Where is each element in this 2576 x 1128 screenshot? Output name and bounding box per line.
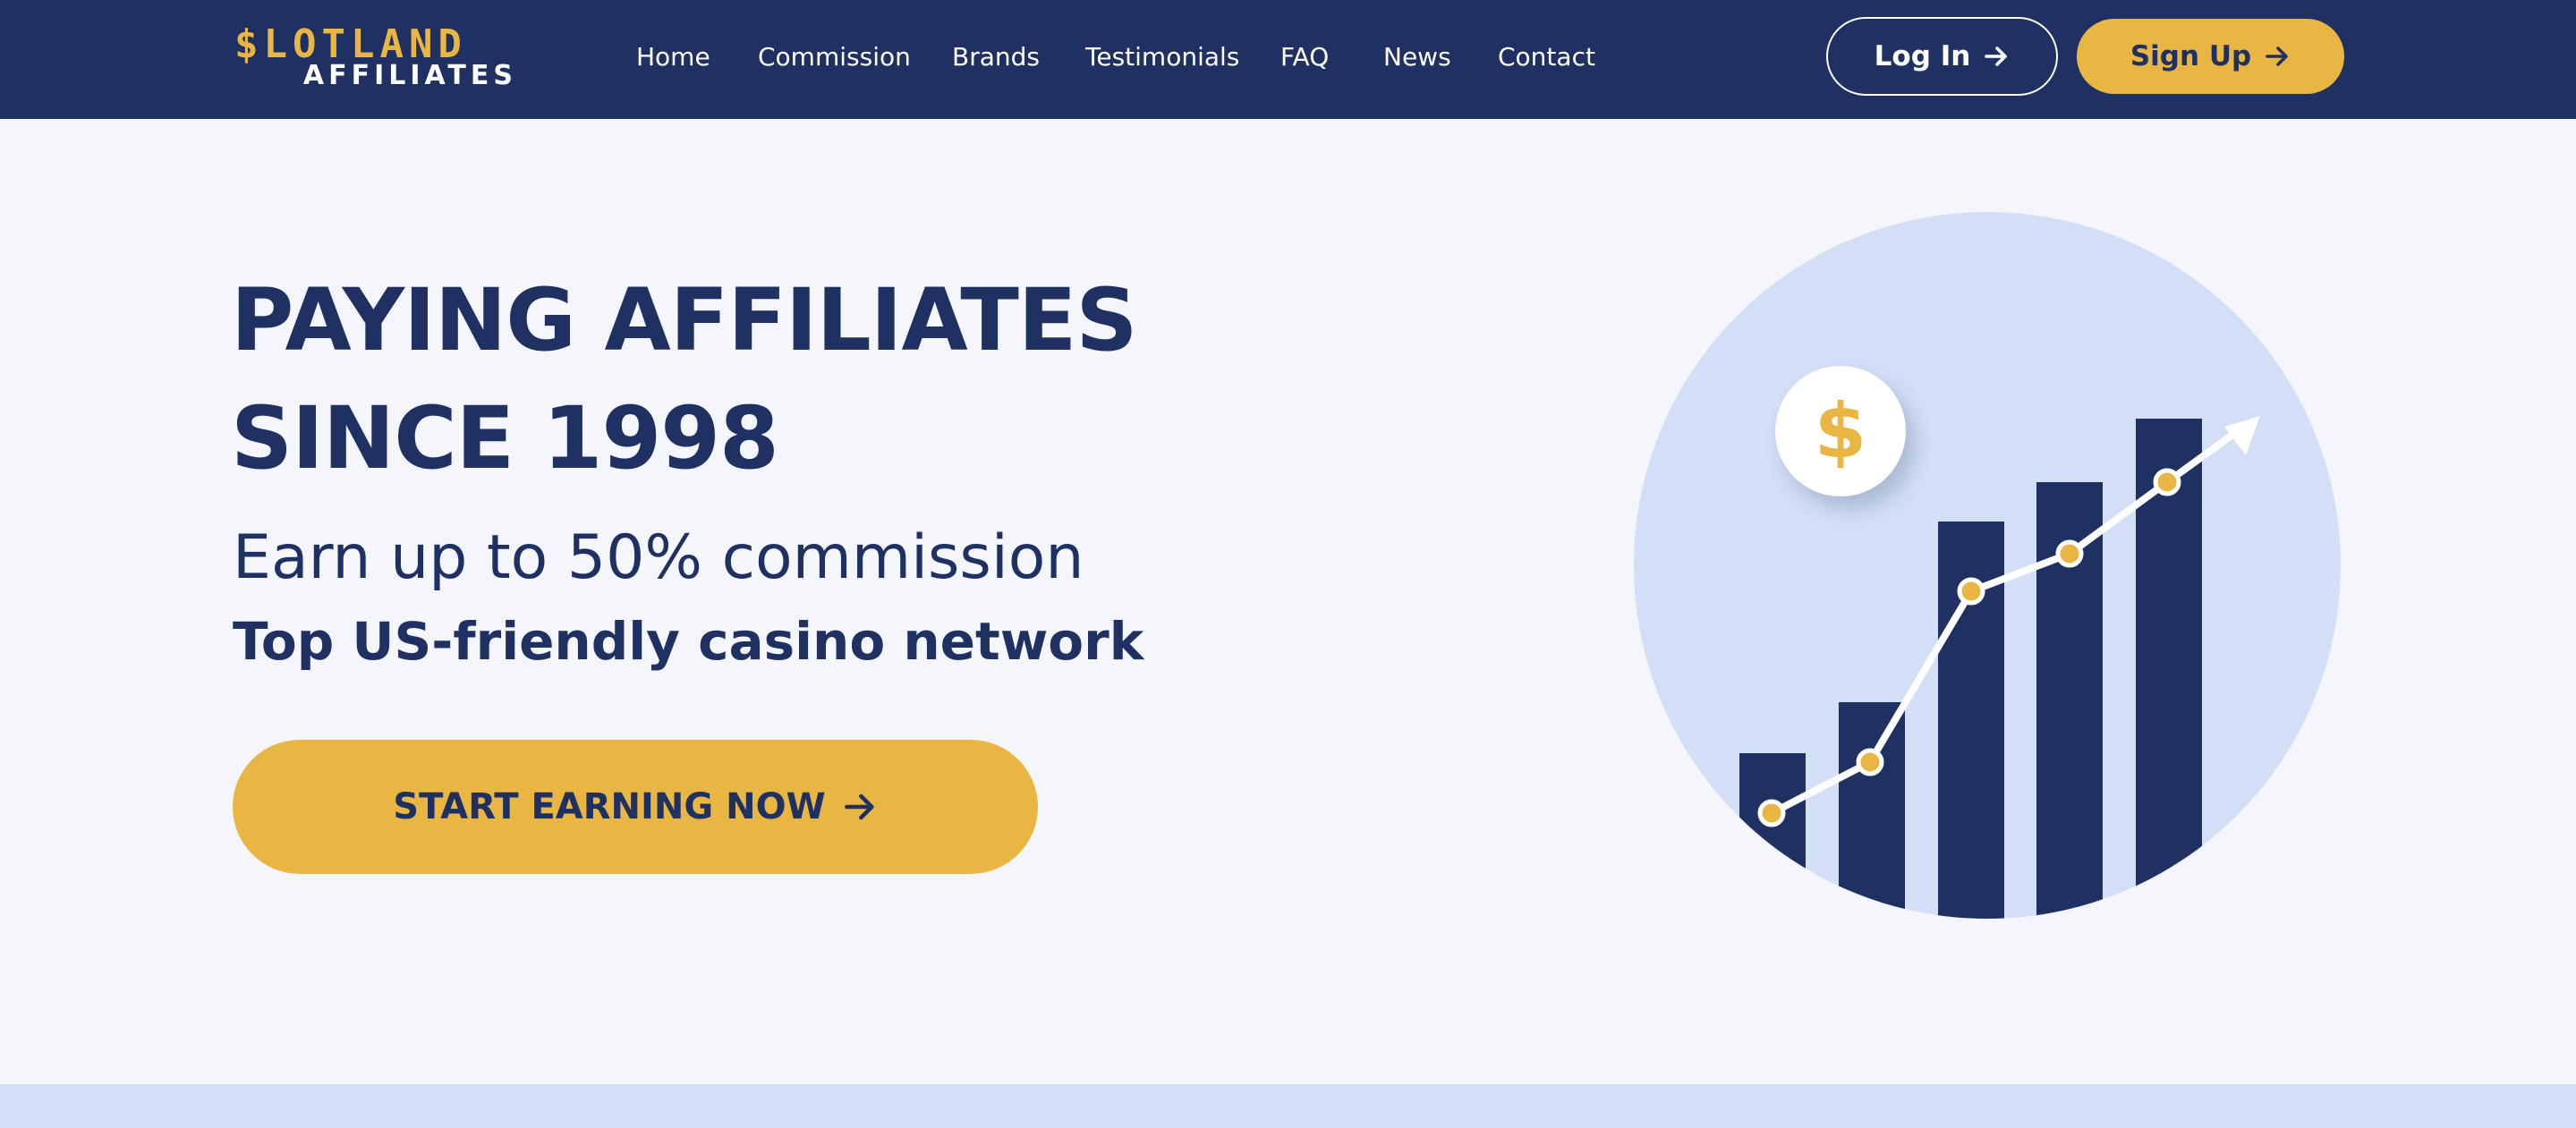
growth-chart-icon [1634,212,2341,919]
login-button[interactable]: Log In [1826,17,2058,96]
nav-faq[interactable]: FAQ [1280,39,1329,75]
next-section-band [0,1084,2576,1128]
signup-label: Sign Up [2130,40,2252,72]
dollar-coin-icon: $ [1775,366,1906,496]
hero-subtitle: Earn up to 50% commission [233,522,1084,593]
arrow-right-icon [1985,47,2008,66]
arrow-right-icon [844,793,874,820]
nav-brands[interactable]: Brands [952,39,1040,75]
nav-testimonials[interactable]: Testimonials [1085,39,1239,75]
nav-news[interactable]: News [1383,39,1451,75]
logo-wordmark: $LOTLAND [234,21,467,67]
growth-bar [1739,753,1806,919]
top-navbar: $LOTLAND AFFILIATES Home Commission Bran… [0,0,2576,119]
logo-subtitle: AFFILIATES [302,60,517,91]
nav-home[interactable]: Home [636,39,710,75]
nav-commission[interactable]: Commission [758,39,911,75]
hero-title-line1: PAYING AFFILIATES [231,270,1138,370]
hero-title-line2: SINCE 1998 [231,388,779,488]
slotland-affiliates-logo[interactable]: $LOTLAND AFFILIATES [234,21,521,91]
signup-button[interactable]: Sign Up [2077,19,2344,94]
hero-title: PAYING AFFILIATES SINCE 1998 [231,261,1394,497]
nav-contact[interactable]: Contact [1498,39,1595,75]
start-earning-button[interactable]: START EARNING NOW [233,740,1038,874]
arrow-right-icon [2266,47,2288,66]
login-label: Log In [1874,40,1971,72]
growth-bar [1839,702,1905,919]
hero-tagline: Top US-friendly casino network [233,611,1144,672]
cta-label: START EARNING NOW [393,786,826,827]
